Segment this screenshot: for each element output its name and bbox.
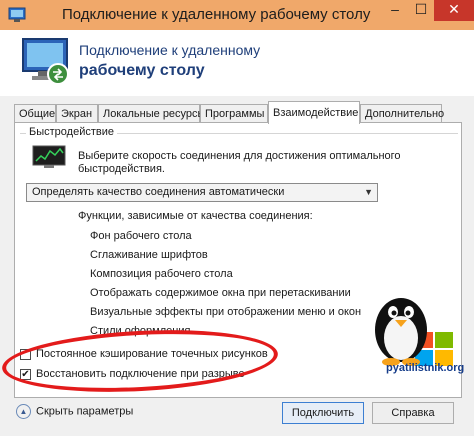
chevron-up-icon: ▲ [16, 404, 31, 419]
features-title: Функции, зависимые от качества соединени… [78, 210, 313, 222]
feature-item: Сглаживание шрифтов [90, 249, 208, 261]
maximize-button[interactable]: ☐ [408, 0, 434, 21]
connection-quality-value: Определять качество соединения автоматич… [32, 186, 285, 198]
connection-quality-select[interactable]: Определять качество соединения автоматич… [26, 183, 378, 202]
remote-desktop-monitor-icon [22, 38, 69, 85]
hide-options-label: Скрыть параметры [36, 405, 134, 418]
close-button[interactable]: ✕ [434, 0, 474, 21]
minimize-button[interactable]: ‒ [382, 0, 408, 21]
watermark-text: pyatilistnik.org [386, 362, 465, 374]
dialog-header: Подключение к удаленному рабочему столу [0, 30, 474, 96]
help-button[interactable]: Справка [372, 402, 454, 424]
feature-item: Фон рабочего стола [90, 230, 192, 242]
remote-desktop-icon [8, 7, 26, 22]
performance-description: Выберите скорость соединения для достиже… [78, 150, 401, 175]
title-bar[interactable]: Подключение к удаленному рабочему столу … [0, 0, 474, 30]
rdp-window: Подключение к удаленному рабочему столу … [0, 0, 474, 436]
window-title: Подключение к удаленному рабочему столу [62, 6, 371, 23]
tab-local-resources[interactable]: Локальные ресурсы [98, 104, 205, 123]
feature-item: Отображать содержимое окна при перетаски… [90, 287, 351, 299]
connect-button[interactable]: Подключить [282, 402, 364, 424]
tab-advanced[interactable]: Дополнительно [360, 104, 444, 123]
performance-monitor-icon [32, 145, 66, 168]
hide-options-toggle[interactable]: ▲ Скрыть параметры [16, 404, 133, 419]
feature-item: Визуальные эффекты при отображении меню … [90, 306, 362, 318]
header-title-line1: Подключение к удаленному [79, 42, 261, 58]
feature-item: Композиция рабочего стола [90, 268, 233, 280]
chevron-down-icon: ▼ [364, 187, 373, 197]
tab-experience[interactable]: Взаимодействие [268, 101, 360, 124]
tab-general[interactable]: Общие [14, 104, 56, 123]
tab-display[interactable]: Экран [56, 104, 98, 123]
tab-programs[interactable]: Программы [200, 104, 268, 123]
header-title-line2: рабочему столу [79, 62, 205, 79]
performance-group-label: Быстродействие [26, 126, 117, 138]
